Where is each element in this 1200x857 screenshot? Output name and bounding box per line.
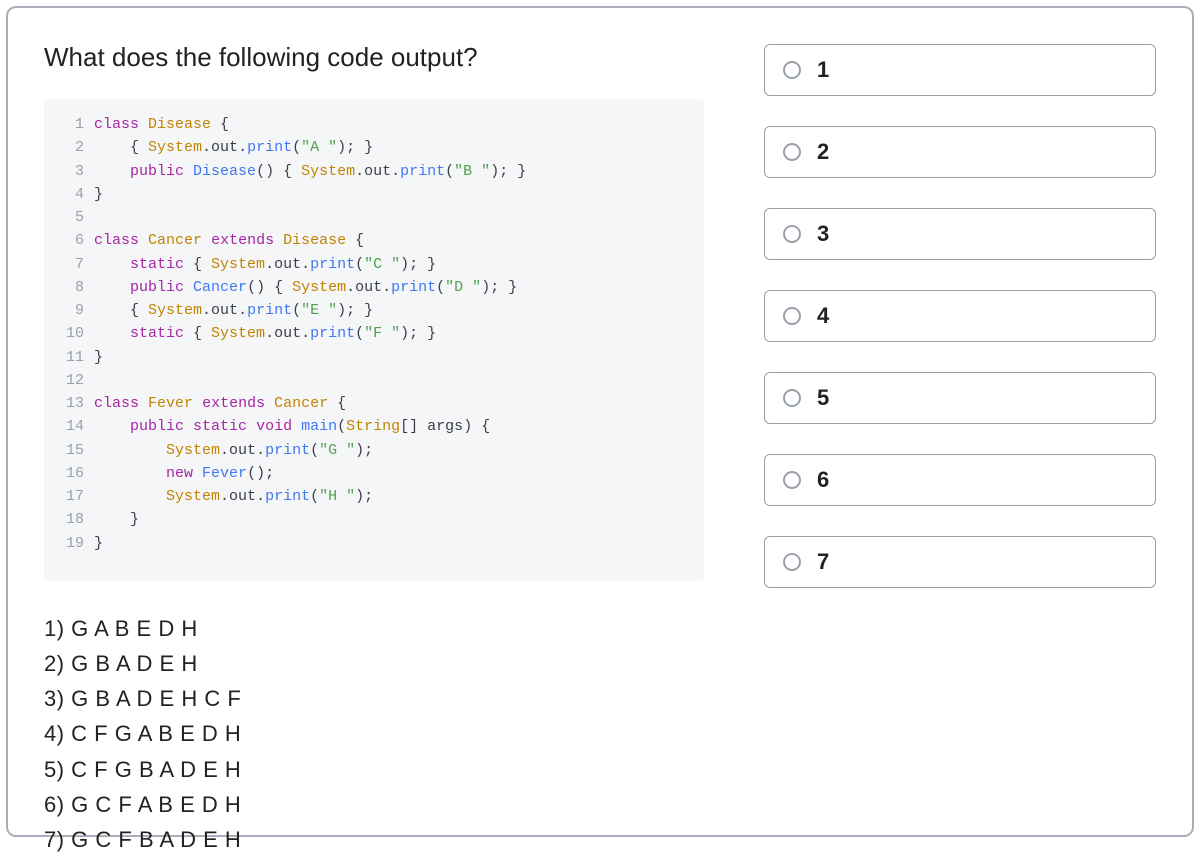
answer-row: 4) C F G A B E D H <box>44 716 704 751</box>
line-number: 5 <box>56 206 84 229</box>
radio-icon <box>783 389 801 407</box>
code-content: } <box>94 532 103 555</box>
code-content: class Fever extends Cancer { <box>94 392 346 415</box>
code-content: static { System.out.print("C "); } <box>94 253 436 276</box>
line-number: 3 <box>56 160 84 183</box>
code-line: 1 class Disease { <box>56 113 692 136</box>
code-line: 16 new Fever(); <box>56 462 692 485</box>
code-content: } <box>94 508 139 531</box>
answer-row: 5) C F G B A D E H <box>44 752 704 787</box>
line-number: 6 <box>56 229 84 252</box>
radio-icon <box>783 307 801 325</box>
answer-row: 6) G C F A B E D H <box>44 787 704 822</box>
line-number: 12 <box>56 369 84 392</box>
code-line: 13 class Fever extends Cancer { <box>56 392 692 415</box>
radio-icon <box>783 225 801 243</box>
radio-icon <box>783 471 801 489</box>
line-number: 2 <box>56 136 84 159</box>
code-content: public Cancer() { System.out.print("D ")… <box>94 276 517 299</box>
line-number: 17 <box>56 485 84 508</box>
line-number: 19 <box>56 532 84 555</box>
quiz-frame: What does the following code output? 1 cl… <box>6 6 1194 837</box>
option-label: 6 <box>817 467 829 493</box>
code-content: { System.out.print("E "); } <box>94 299 373 322</box>
line-number: 13 <box>56 392 84 415</box>
option-3[interactable]: 3 <box>764 208 1156 260</box>
question-text: What does the following code output? <box>44 42 704 73</box>
line-number: 16 <box>56 462 84 485</box>
radio-icon <box>783 61 801 79</box>
line-number: 7 <box>56 253 84 276</box>
code-line: 5 <box>56 206 692 229</box>
line-number: 10 <box>56 322 84 345</box>
line-number: 18 <box>56 508 84 531</box>
radio-icon <box>783 143 801 161</box>
code-line: 9 { System.out.print("E "); } <box>56 299 692 322</box>
line-number: 9 <box>56 299 84 322</box>
answer-row: 7) G C F B A D E H <box>44 822 704 857</box>
line-number: 1 <box>56 113 84 136</box>
radio-icon <box>783 553 801 571</box>
option-label: 2 <box>817 139 829 165</box>
option-label: 4 <box>817 303 829 329</box>
option-label: 1 <box>817 57 829 83</box>
line-number: 14 <box>56 415 84 438</box>
code-block: 1class Disease {2 { System.out.print("A … <box>44 99 704 581</box>
code-line: 6 class Cancer extends Disease { <box>56 229 692 252</box>
code-line: 15 System.out.print("G "); <box>56 439 692 462</box>
option-2[interactable]: 2 <box>764 126 1156 178</box>
code-line: 8 public Cancer() { System.out.print("D … <box>56 276 692 299</box>
option-6[interactable]: 6 <box>764 454 1156 506</box>
code-line: 11} <box>56 346 692 369</box>
answer-row: 1) G A B E D H <box>44 611 704 646</box>
code-line: 19} <box>56 532 692 555</box>
code-content: } <box>94 183 103 206</box>
code-line: 7 static { System.out.print("C "); } <box>56 253 692 276</box>
code-content: public Disease() { System.out.print("B "… <box>94 160 526 183</box>
line-number: 4 <box>56 183 84 206</box>
option-label: 5 <box>817 385 829 411</box>
code-content: class Cancer extends Disease { <box>94 229 364 252</box>
options-column: 1 2 3 4 5 6 7 <box>764 38 1156 805</box>
code-line: 3 public Disease() { System.out.print("B… <box>56 160 692 183</box>
line-number: 15 <box>56 439 84 462</box>
option-4[interactable]: 4 <box>764 290 1156 342</box>
code-content: } <box>94 346 103 369</box>
line-number: 11 <box>56 346 84 369</box>
option-7[interactable]: 7 <box>764 536 1156 588</box>
option-label: 3 <box>817 221 829 247</box>
option-1[interactable]: 1 <box>764 44 1156 96</box>
code-line: 2 { System.out.print("A "); } <box>56 136 692 159</box>
answer-row: 2) G B A D E H <box>44 646 704 681</box>
code-content: System.out.print("H "); <box>94 485 373 508</box>
code-content: System.out.print("G "); <box>94 439 373 462</box>
code-line: 12 <box>56 369 692 392</box>
code-content: class Disease { <box>94 113 229 136</box>
code-content: { System.out.print("A "); } <box>94 136 373 159</box>
answer-row: 3) G B A D E H C F <box>44 681 704 716</box>
code-line: 10 static { System.out.print("F "); } <box>56 322 692 345</box>
code-line: 14 public static void main(String[] args… <box>56 415 692 438</box>
option-label: 7 <box>817 549 829 575</box>
code-content: public static void main(String[] args) { <box>94 415 490 438</box>
answer-list: 1) G A B E D H2) G B A D E H3) G B A D E… <box>44 611 704 857</box>
code-line: 4} <box>56 183 692 206</box>
code-content: static { System.out.print("F "); } <box>94 322 436 345</box>
left-column: What does the following code output? 1 cl… <box>44 38 704 805</box>
code-line: 17 System.out.print("H "); <box>56 485 692 508</box>
code-content: new Fever(); <box>94 462 274 485</box>
line-number: 8 <box>56 276 84 299</box>
option-5[interactable]: 5 <box>764 372 1156 424</box>
code-line: 18 } <box>56 508 692 531</box>
